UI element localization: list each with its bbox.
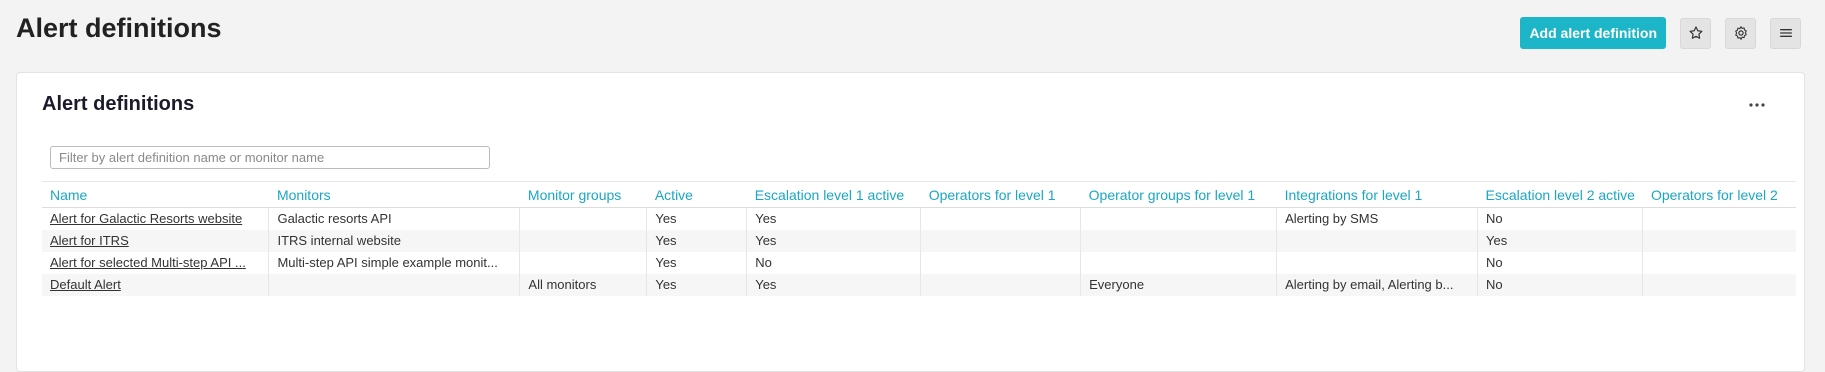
cell-monitors: Multi-step API simple example monit... — [268, 251, 520, 274]
card-title: Alert definitions — [42, 93, 195, 115]
table-row[interactable]: Alert for selected Multi-step API ... Mu… — [42, 251, 1796, 274]
cell-monitors: Galactic resorts API — [268, 207, 520, 230]
settings-button[interactable] — [1725, 17, 1756, 49]
cell-integrations-1: Alerting by email, Alerting b... — [1276, 273, 1478, 296]
cell-escalation-1-active: Yes — [746, 229, 921, 252]
cell-integrations-1: Alerting by SMS — [1276, 207, 1478, 230]
ellipsis-icon — [1749, 103, 1765, 107]
cell-monitor-groups — [519, 229, 647, 252]
cell-escalation-1-active: No — [746, 251, 921, 274]
alert-name-link[interactable]: Alert for selected Multi-step API ... — [50, 255, 246, 270]
filter-input[interactable] — [50, 146, 490, 169]
cell-operators-2 — [1642, 229, 1796, 252]
cell-name[interactable]: Alert for selected Multi-step API ... — [42, 252, 269, 274]
column-header-operators-level-2[interactable]: Operators for level 2 — [1642, 181, 1796, 208]
alert-definitions-table: Name Monitors Monitor groups Active Esca… — [42, 181, 1796, 296]
column-header-integrations-level-1[interactable]: Integrations for level 1 — [1276, 181, 1478, 208]
cell-name[interactable]: Default Alert — [42, 273, 269, 296]
cell-operator-groups-1: Everyone — [1080, 273, 1277, 296]
cell-integrations-1 — [1276, 251, 1478, 274]
cell-name[interactable]: Alert for ITRS — [42, 229, 269, 252]
menu-button[interactable] — [1770, 17, 1801, 49]
cell-monitor-groups — [519, 207, 647, 230]
cell-monitor-groups: All monitors — [519, 273, 647, 296]
hamburger-menu-icon — [1779, 28, 1792, 37]
table-row[interactable]: Default Alert All monitors Yes Yes Every… — [42, 273, 1796, 296]
cell-active: Yes — [646, 251, 747, 274]
cell-active: Yes — [646, 207, 747, 230]
cell-escalation-2-active: No — [1477, 251, 1643, 274]
column-header-escalation-level-1-active[interactable]: Escalation level 1 active — [746, 181, 921, 208]
cell-operators-2 — [1642, 251, 1796, 274]
star-icon — [1689, 26, 1702, 39]
cell-operators-1 — [920, 251, 1081, 274]
alert-name-link[interactable]: Default Alert — [50, 277, 121, 292]
column-header-monitors[interactable]: Monitors — [268, 181, 520, 208]
cell-escalation-2-active: No — [1477, 273, 1643, 296]
cell-monitor-groups — [519, 251, 647, 274]
cell-escalation-2-active: No — [1477, 207, 1643, 230]
column-header-active[interactable]: Active — [646, 181, 747, 208]
column-header-operator-groups-level-1[interactable]: Operator groups for level 1 — [1080, 181, 1277, 208]
alert-name-link[interactable]: Alert for ITRS — [50, 233, 129, 248]
cell-name[interactable]: Alert for Galactic Resorts website — [42, 208, 269, 230]
add-alert-definition-button[interactable]: Add alert definition — [1520, 17, 1666, 49]
cell-monitors: ITRS internal website — [268, 229, 520, 252]
header-actions: Add alert definition — [1520, 17, 1801, 49]
cell-operators-1 — [920, 273, 1081, 296]
table-header-row: Name Monitors Monitor groups Active Esca… — [42, 181, 1796, 208]
alert-name-link[interactable]: Alert for Galactic Resorts website — [50, 211, 242, 226]
table-row[interactable]: Alert for ITRS ITRS internal website Yes… — [42, 229, 1796, 252]
cell-integrations-1 — [1276, 229, 1478, 252]
cell-monitors — [268, 273, 520, 296]
column-header-monitor-groups[interactable]: Monitor groups — [519, 181, 647, 208]
cell-active: Yes — [646, 273, 747, 296]
favorite-button[interactable] — [1680, 17, 1711, 49]
column-header-name[interactable]: Name — [42, 181, 269, 208]
cell-escalation-1-active: Yes — [746, 207, 921, 230]
cell-operator-groups-1 — [1080, 251, 1277, 274]
cell-escalation-1-active: Yes — [746, 273, 921, 296]
cell-operators-1 — [920, 207, 1081, 230]
table-row[interactable]: Alert for Galactic Resorts website Galac… — [42, 207, 1796, 230]
cell-operators-2 — [1642, 273, 1796, 296]
cell-operator-groups-1 — [1080, 207, 1277, 230]
card-menu-button[interactable] — [1746, 97, 1768, 113]
alert-definitions-card: Alert definitions Name Monitors Monitor … — [16, 72, 1805, 372]
cell-operators-1 — [920, 229, 1081, 252]
cell-active: Yes — [646, 229, 747, 252]
column-header-escalation-level-2-active[interactable]: Escalation level 2 active — [1477, 181, 1643, 208]
cell-operators-2 — [1642, 207, 1796, 230]
column-header-operators-level-1[interactable]: Operators for level 1 — [920, 181, 1081, 208]
page-title: Alert definitions — [16, 13, 222, 43]
cell-escalation-2-active: Yes — [1477, 229, 1643, 252]
cell-operator-groups-1 — [1080, 229, 1277, 252]
gear-icon — [1734, 26, 1747, 40]
page-header: Alert definitions Add alert definition — [0, 0, 1825, 66]
